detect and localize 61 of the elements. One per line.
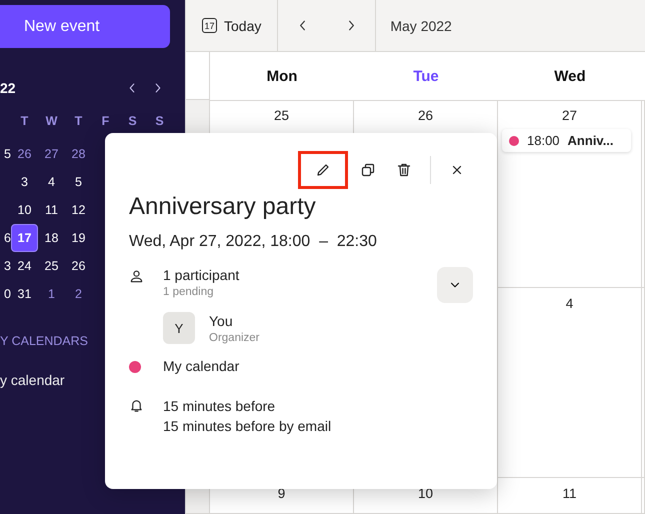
participant-count: 1 participant [163, 267, 240, 283]
day-number[interactable]: 5 [0, 140, 11, 168]
weekday-header: Wed [498, 52, 642, 101]
day-number[interactable]: 24 [11, 252, 38, 280]
month-title: 22 [0, 80, 17, 96]
trash-icon [396, 162, 412, 178]
day-number[interactable]: 17 [11, 224, 38, 252]
weekday-label: S [154, 114, 165, 130]
day-number[interactable]: 1 [38, 280, 65, 308]
person-icon [129, 269, 144, 284]
calendar-icon: 17 [202, 18, 217, 33]
edit-button[interactable] [298, 151, 348, 189]
avatar: Y [163, 312, 195, 344]
bell-icon [129, 398, 144, 413]
reminder-text: 15 minutes before [163, 397, 276, 416]
event-title: Anniversary party [129, 193, 317, 221]
day-number[interactable]: 5 [65, 168, 92, 196]
weekday-label: W [44, 114, 58, 130]
day-number[interactable]: 26 [65, 252, 92, 280]
weekday-header: Mon [210, 52, 354, 101]
day-number[interactable]: 11 [38, 196, 65, 224]
day-number[interactable]: 27 [38, 140, 65, 168]
day-number[interactable]: 19 [65, 224, 92, 252]
today-button[interactable]: 17 Today [186, 0, 278, 51]
weekday-header: Tue [354, 52, 498, 101]
weekday-label: F [100, 114, 110, 130]
pencil-icon [315, 162, 331, 178]
day-number[interactable]: 18 [38, 224, 65, 252]
weekday-label: T [20, 114, 30, 130]
day-number: 11 [562, 486, 576, 501]
day-number[interactable]: 3 [0, 252, 11, 280]
attendee-name: You [209, 312, 234, 328]
day-number: 27 [562, 108, 578, 123]
day-number[interactable]: 12 [65, 196, 92, 224]
new-event-button[interactable]: New event [0, 5, 170, 48]
day-number[interactable]: 26 [11, 140, 38, 168]
event-datetime: Wed, Apr 27, 2022, 18:00 – 22:30 [129, 233, 378, 251]
day-number[interactable]: 2 [65, 280, 92, 308]
day-number: 10 [418, 486, 434, 501]
day-number[interactable]: 4 [38, 168, 65, 196]
day-number[interactable]: 31 [11, 280, 38, 308]
day-number: 9 [278, 486, 286, 501]
section-title: Y CALENDARS [0, 334, 89, 348]
weekday-label: S [127, 114, 138, 130]
day-number[interactable]: 6 [0, 224, 11, 252]
period-title: May 2022 [389, 16, 452, 36]
day-number[interactable]: 28 [65, 140, 92, 168]
day-number[interactable]: 0 [0, 280, 11, 308]
event-chip[interactable]: 18:00 Anniv... [502, 129, 631, 152]
day-number[interactable]: 3 [11, 168, 38, 196]
day-number: 26 [418, 108, 434, 123]
weekday-label: T [74, 114, 84, 130]
attendee-role: Organizer [209, 332, 260, 344]
duplicate-icon [360, 162, 376, 178]
day-number: 25 [274, 108, 290, 123]
pending-count: 1 pending [163, 286, 215, 298]
day-number[interactable]: 25 [38, 252, 65, 280]
day-number: 4 [566, 296, 574, 311]
reminder-text: 15 minutes before by email [163, 417, 332, 436]
day-number[interactable]: 10 [11, 196, 38, 224]
calendar-name: My calendar [163, 358, 240, 374]
